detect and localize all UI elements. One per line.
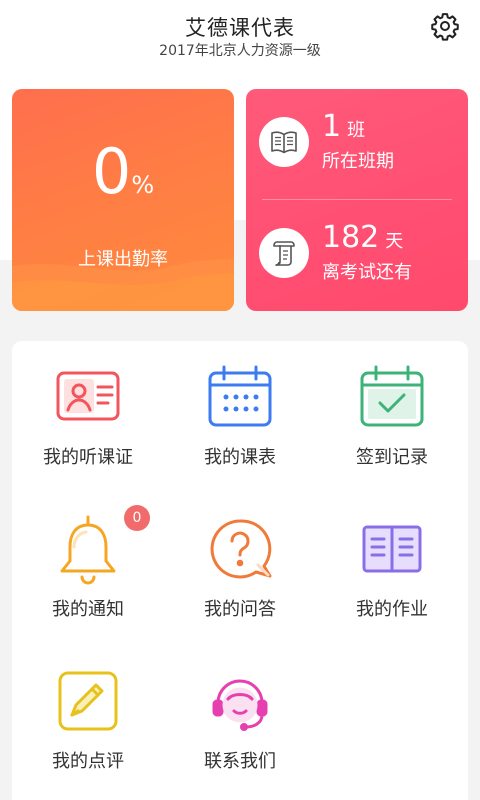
exam-countdown-label: 离考试还有 (322, 262, 412, 283)
menu-item-attendance-card[interactable]: 我的听课证 (12, 341, 164, 491)
class-count-label: 所在班期 (322, 151, 394, 172)
menu-item-label: 联系我们 (204, 751, 276, 772)
page-title: 艾德课代表 (185, 16, 295, 40)
gear-icon (431, 13, 459, 41)
calendar-icon (208, 365, 272, 427)
open-book-icon (362, 525, 422, 573)
question-bubble-icon (210, 519, 272, 579)
menu-item-label: 我的问答 (204, 599, 276, 620)
exam-countdown-unit: 天 (385, 231, 404, 252)
class-count-unit: 班 (347, 120, 366, 141)
class-period-row[interactable]: 1班 所在班期 (246, 89, 468, 199)
scroll-icon (259, 228, 309, 278)
id-card-icon (56, 371, 120, 421)
menu-item-questions[interactable]: 我的问答 (164, 493, 316, 643)
attendance-rate-label: 上课出勤率 (78, 249, 168, 270)
menu-item-label: 签到记录 (356, 447, 428, 468)
pencil-icon (58, 671, 118, 731)
calendar-check-icon (360, 365, 424, 427)
menu-item-contact-us[interactable]: 联系我们 (164, 645, 316, 795)
menu-item-label: 我的作业 (356, 599, 428, 620)
menu-item-check-in-records[interactable]: 签到记录 (316, 341, 468, 491)
menu-item-label: 我的听课证 (43, 447, 133, 468)
app-header: 艾德课代表 2017年北京人力资源一级 (0, 0, 480, 70)
book-icon (259, 117, 309, 167)
attendance-rate-unit: % (131, 171, 155, 199)
menu-item-label: 我的通知 (52, 599, 124, 620)
settings-button[interactable] (428, 9, 462, 43)
menu-item-homework[interactable]: 我的作业 (316, 493, 468, 643)
notification-badge: 0 (124, 505, 150, 531)
attendance-rate: 0% (12, 141, 234, 203)
exam-countdown: 182 天 (322, 220, 403, 255)
exam-countdown-value: 182 (322, 220, 380, 255)
class-count: 1班 (322, 109, 365, 144)
menu-item-timetable[interactable]: 我的课表 (164, 341, 316, 491)
bell-icon (60, 515, 116, 585)
menu-item-label: 我的点评 (52, 751, 124, 772)
attendance-rate-value: 0 (91, 135, 132, 208)
stats-card: 1班 所在班期 182 天 离考试还有 (246, 89, 468, 311)
exam-countdown-row[interactable]: 182 天 离考试还有 (246, 200, 468, 310)
menu-item-reviews[interactable]: 我的点评 (12, 645, 164, 795)
course-subtitle: 2017年北京人力资源一级 (159, 43, 321, 59)
menu-item-label: 我的课表 (204, 447, 276, 468)
class-count-value: 1 (322, 109, 342, 144)
attendance-card[interactable]: 0% 上课出勤率 (12, 89, 234, 311)
menu-grid: 我的听课证 我的课表 签到记录 我的通知 我的问答 我的作业 我的点评 联系我们… (12, 341, 468, 800)
headset-icon (212, 679, 268, 731)
